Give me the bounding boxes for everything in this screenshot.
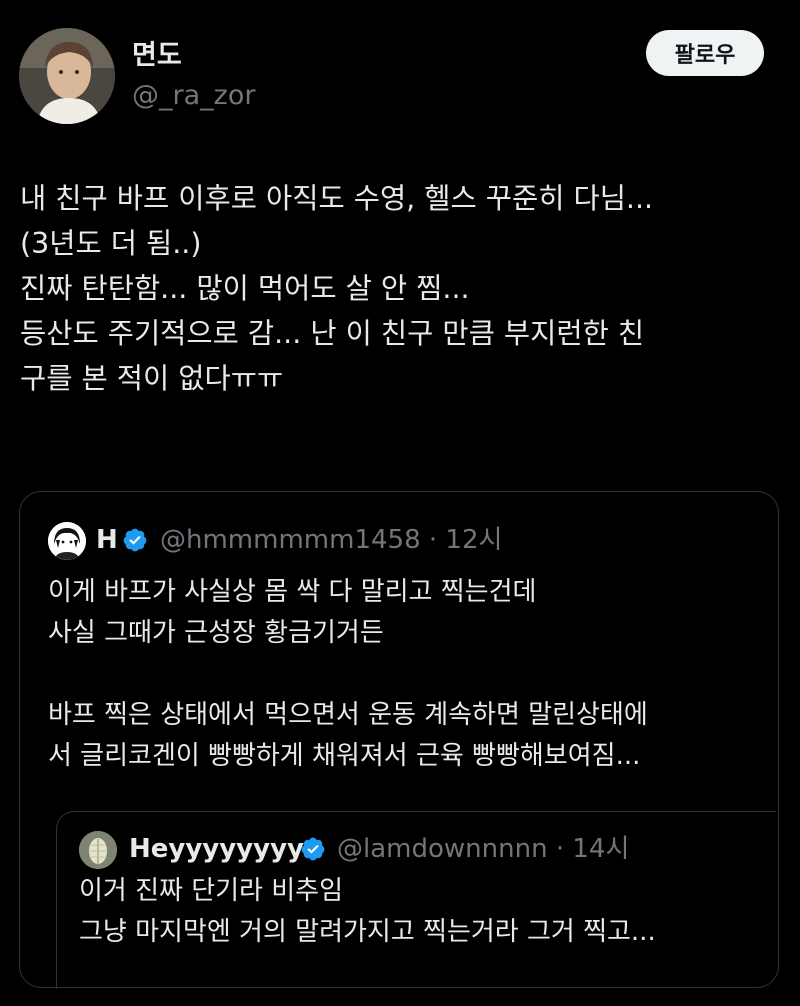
quote-text-line: 서 글리코겐이 빵빵하게 채워져서 근육 빵빵해보여짐...	[48, 741, 641, 771]
quote-text-line: 이게 바프가 사실상 몸 싹 다 말리고 찍는건데	[48, 577, 537, 607]
separator-dot: ·	[555, 834, 565, 864]
nested-quote-author-handle-row: @lamdownnnnn · 14시	[337, 831, 629, 867]
verified-badge-icon	[123, 528, 147, 552]
nested-quoted-tweet-card[interactable]: Heyyyyyyyy @lamdownnnnn · 14시 이거 진짜 단기라 …	[56, 811, 776, 989]
quote-text: 이게 바프가 사실상 몸 싹 다 말리고 찍는건데 사실 그때가 근성장 황금기…	[48, 572, 768, 777]
author-avatar[interactable]	[19, 28, 115, 124]
verified-badge-icon	[301, 837, 325, 861]
author-handle[interactable]: @_ra_zor	[132, 80, 255, 112]
tweet-header: 면도 @_ra_zor 팔로우	[0, 0, 800, 130]
quote-text-line: 바프 찍은 상태에서 먹으면서 운동 계속하면 말린상태에	[48, 700, 648, 730]
quote-author-name[interactable]: H	[96, 522, 118, 558]
nested-quote-text: 이거 진짜 단기라 비추임 그냥 마지막엔 거의 말려가지고 찍는거라 그거 찍…	[79, 871, 769, 953]
nested-quote-author-name[interactable]: Heyyyyyyyy	[129, 831, 304, 867]
quote-author-avatar[interactable]	[48, 522, 86, 560]
tweet-text: 내 친구 바프 이후로 아직도 수영, 헬스 꾸준히 다님... (3년도 더 …	[20, 176, 790, 401]
quote-author-handle-row: @hmmmmmm1458 · 12시	[160, 522, 502, 558]
tweet-text-line: (3년도 더 됨..)	[20, 227, 202, 260]
tweet-text-line: 등산도 주기적으로 감... 난 이 친구 만큼 부지런한 친	[20, 317, 645, 350]
tweet-text-line: 구를 본 적이 없다ㅠㅠ	[20, 362, 284, 395]
quote-text-line	[48, 654, 768, 695]
quoted-tweet-card[interactable]: H @hmmmmmm1458 · 12시 이게 바프가 사실상 몸 싹 다 말리…	[19, 491, 779, 989]
tweet-text-line: 진짜 탄탄함... 많이 먹어도 살 안 찜...	[20, 272, 470, 305]
tweet-text-line: 내 친구 바프 이후로 아직도 수영, 헬스 꾸준히 다님...	[20, 182, 654, 215]
quote-text-line: 사실 그때가 근성장 황금기거든	[48, 618, 384, 648]
author-name[interactable]: 면도	[132, 40, 182, 72]
nested-quote-text-line: 그냥 마지막엔 거의 말려가지고 찍는거라 그거 찍고...	[79, 917, 656, 947]
nested-quote-timestamp[interactable]: 14시	[572, 834, 629, 864]
quote-timestamp[interactable]: 12시	[445, 525, 502, 555]
nested-quote-author-avatar[interactable]	[79, 831, 117, 869]
nested-quote-author-handle[interactable]: @lamdownnnnn	[337, 834, 548, 864]
nested-quote-text-line: 이거 진짜 단기라 비추임	[79, 876, 343, 906]
follow-button[interactable]: 팔로우	[646, 30, 764, 76]
quote-author-handle[interactable]: @hmmmmmm1458	[160, 525, 421, 555]
separator-dot: ·	[428, 525, 438, 555]
